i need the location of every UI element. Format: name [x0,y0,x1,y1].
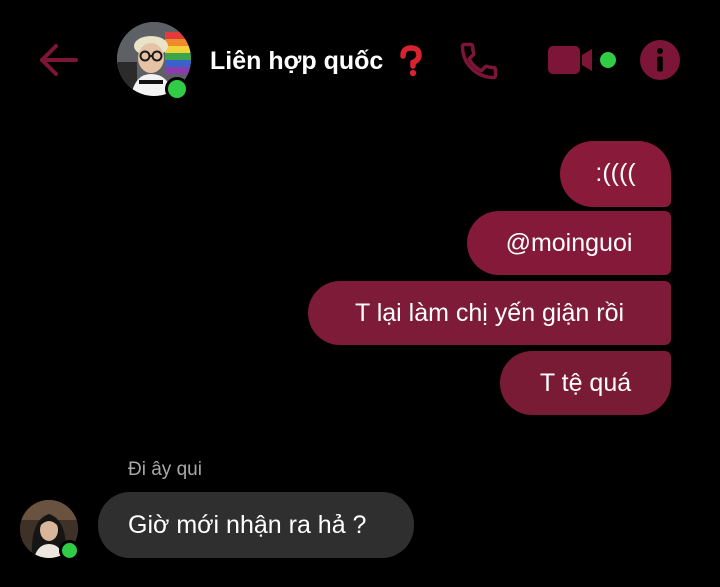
message-text: :(((( [595,159,636,187]
voice-call-button[interactable] [457,39,501,83]
info-icon [640,40,680,80]
message-text: @moinguoi [505,229,633,257]
conversation-info-button[interactable] [639,39,681,81]
online-status-indicator [59,540,80,561]
sender-name: Đi ây qui [128,459,202,480]
conversation-title[interactable]: Liên hợp quốc [210,46,383,76]
phone-icon [460,42,498,80]
back-button[interactable] [36,42,80,78]
outgoing-message-bubble[interactable]: T tệ quá [500,351,671,415]
red-question-mark-icon [396,45,426,77]
video-online-indicator [600,52,616,68]
online-status-indicator [165,77,189,101]
chat-header: Liên hợp quốc [0,0,720,120]
message-text: T tệ quá [539,369,632,397]
incoming-message-bubble[interactable]: Giờ mới nhận ra hả ? [98,492,414,558]
video-camera-icon [548,46,592,74]
outgoing-message-bubble[interactable]: :(((( [560,141,671,207]
arrow-left-icon [40,44,78,76]
outgoing-message-bubble[interactable]: @moinguoi [467,211,671,275]
message-text: T lại làm chị yến giận rồi [354,299,625,327]
message-text: Giờ mới nhận ra hả ? [128,511,367,539]
outgoing-message-bubble[interactable]: T lại làm chị yến giận rồi [308,281,671,345]
video-call-button[interactable] [546,42,596,78]
